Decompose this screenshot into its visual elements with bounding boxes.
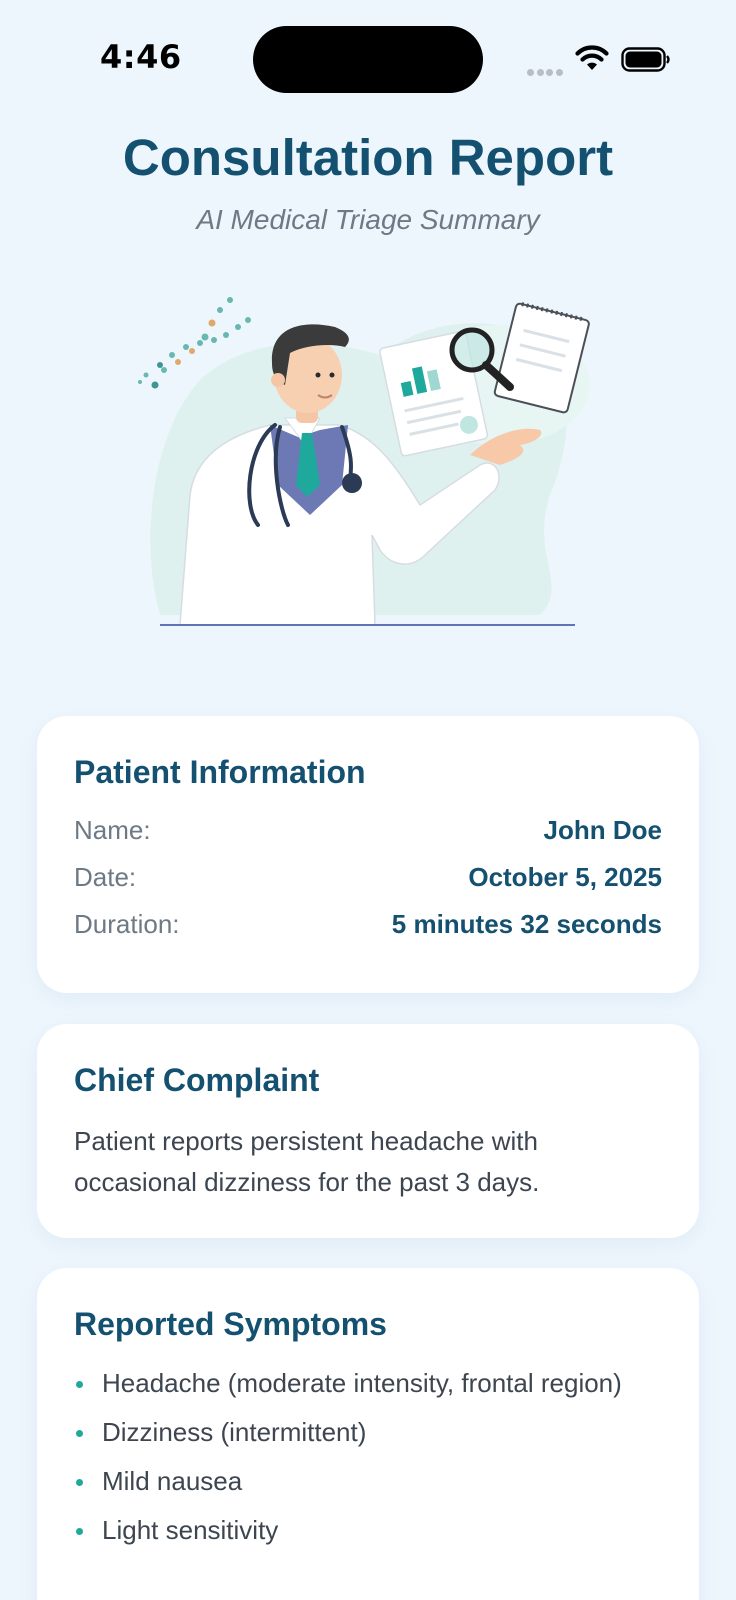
- page-subtitle: AI Medical Triage Summary: [196, 204, 540, 235]
- patient-name-row: Name: John Doe: [74, 815, 662, 846]
- status-bar: 4:46: [0, 0, 736, 110]
- patient-information-card: Patient Information Name: John Doe Date:…: [37, 716, 699, 993]
- bullet-dot-icon: [76, 1528, 83, 1535]
- symptom-item: Dizziness (intermittent): [74, 1416, 662, 1449]
- page-title: Consultation Report: [122, 129, 614, 186]
- chief-complaint-title: Chief Complaint: [74, 1062, 320, 1098]
- consultation-duration-value: 5 minutes 32 seconds: [391, 909, 662, 939]
- consultation-date-row: Date: October 5, 2025: [74, 862, 662, 893]
- consultation-date-value: October 5, 2025: [468, 862, 662, 892]
- symptom-text: Mild nausea: [102, 1466, 243, 1496]
- symptom-text: Headache (moderate intensity, frontal re…: [102, 1368, 622, 1398]
- symptom-text: Light sensitivity: [102, 1515, 279, 1545]
- symptom-item: Headache (moderate intensity, frontal re…: [74, 1367, 662, 1400]
- bullet-dot-icon: [76, 1430, 83, 1437]
- patient-name-value: John Doe: [543, 815, 662, 845]
- chief-complaint-text: Patient reports persistent headache with…: [74, 1126, 540, 1197]
- consultation-duration-label: Duration:: [74, 909, 180, 939]
- battery-icon: [621, 47, 670, 72]
- bullet-dot-icon: [76, 1479, 83, 1486]
- symptom-text: Dizziness (intermittent): [102, 1417, 367, 1447]
- consultation-date-label: Date:: [74, 862, 137, 892]
- reported-symptoms-title: Reported Symptoms: [74, 1306, 387, 1342]
- status-time: 4:46: [100, 38, 182, 76]
- symptom-item: Light sensitivity: [74, 1514, 662, 1547]
- reported-symptoms-card: Reported Symptoms Headache (moderate int…: [37, 1268, 699, 1600]
- patient-name-label: Name:: [74, 815, 151, 845]
- chief-complaint-card: Chief Complaint Patient reports persiste…: [37, 1024, 699, 1238]
- symptom-item: Mild nausea: [74, 1465, 662, 1498]
- dynamic-island: [253, 26, 483, 93]
- bullet-dot-icon: [76, 1381, 83, 1388]
- doctor-with-report-illustration: [138, 297, 590, 626]
- cellular-signal-icon: [527, 63, 565, 81]
- wifi-icon: [575, 45, 609, 70]
- consultation-duration-row: Duration: 5 minutes 32 seconds: [74, 909, 662, 940]
- patient-information-title: Patient Information: [74, 754, 366, 790]
- symptom-list: Headache (moderate intensity, frontal re…: [74, 1367, 662, 1547]
